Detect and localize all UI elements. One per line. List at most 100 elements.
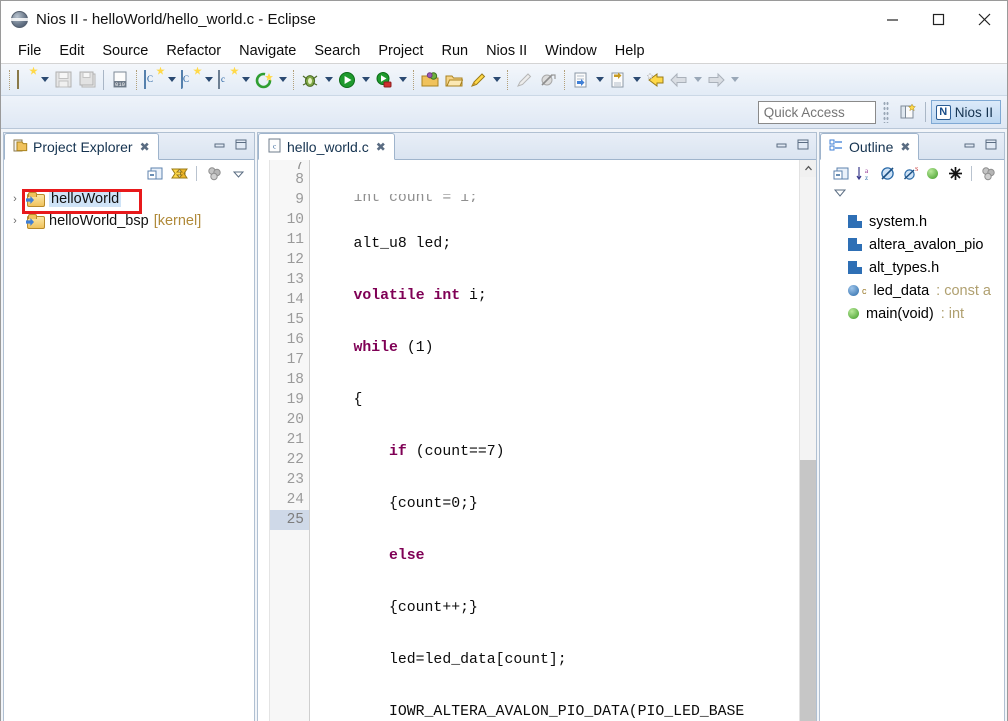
close-icon[interactable]: ✖ [140,140,150,154]
new-c-file-icon[interactable]: c [215,66,239,92]
minimize-icon[interactable] [963,138,976,156]
tab-hello-world-c[interactable]: c hello_world.c ✖ [258,133,395,160]
maximize-icon[interactable] [984,138,997,156]
menu-search[interactable]: Search [305,41,369,61]
code-line: led=led_data[count]; [318,652,567,668]
menu-refactor[interactable]: Refactor [157,41,230,61]
menu-project[interactable]: Project [369,41,432,61]
menu-source[interactable]: Source [93,41,157,61]
build-all-icon[interactable] [252,68,276,92]
hide-macros-icon[interactable] [946,164,966,184]
line-number: 13 [286,272,304,288]
link-with-editor-icon[interactable] [169,164,189,184]
pencil-gray-icon [512,68,536,92]
menu-run[interactable]: Run [432,41,477,61]
forward-dropdown-icon[interactable] [728,69,741,91]
code-line: int count = 1; [318,194,478,202]
menu-window[interactable]: Window [536,41,606,61]
maximize-button[interactable] [915,1,961,38]
debug-dropdown-icon[interactable] [322,69,335,91]
eclipse-icon [11,11,28,28]
scroll-thumb[interactable] [800,460,816,721]
quick-access-input[interactable] [757,100,876,124]
minimize-icon[interactable] [213,138,226,156]
code-text[interactable]: int count = 1; alt_u8 led; volatile int … [310,160,799,721]
twisty-icon[interactable]: › [8,193,22,205]
back-icon[interactable] [667,68,691,92]
menu-edit[interactable]: Edit [50,41,93,61]
binary-010-icon[interactable]: 010 [108,68,132,92]
hide-static-icon[interactable]: S [900,164,920,184]
next-annotation-icon[interactable] [569,68,593,92]
previous-annotation-dropdown-icon[interactable] [630,69,643,91]
editor-vertical-scrollbar[interactable] [799,160,816,721]
view-chevron-icon[interactable] [228,164,248,184]
toolbar-grip[interactable] [882,101,889,123]
outline-item-system-h[interactable]: system.h [820,210,1004,233]
line-number-ruler: 7 8 9 10 11 12 13 14 15 16 17 18 19 20 2… [270,160,310,721]
tab-project-explorer[interactable]: Project Explorer ✖ [4,133,159,160]
tab-outline[interactable]: Outline ✖ [820,133,920,160]
new-c-project-dropdown-icon[interactable] [165,69,178,91]
perspective-nios-ii[interactable]: N Nios II [930,100,1001,124]
scroll-up-arrow-icon[interactable] [800,160,816,177]
code-line: IOWR_ALTERA_AVALON_PIO_DATA(PIO_LED_BASE [318,704,745,720]
new-c-project-icon[interactable]: C [141,66,165,92]
new-wizard-icon[interactable] [14,66,38,92]
forward-icon[interactable] [704,68,728,92]
debug-icon[interactable] [298,68,322,92]
sort-alphabetically-icon[interactable]: az [855,164,875,184]
outline-list[interactable]: system.h altera_avalon_pio alt_types.h c… [820,206,1004,721]
outline-item-label: led_data [873,282,930,299]
open-perspective-icon[interactable] [896,100,920,124]
open-type-icon[interactable] [442,68,466,92]
close-icon[interactable]: ✖ [376,140,386,154]
highlight-dropdown-icon[interactable] [490,69,503,91]
view-menu-icon[interactable] [204,164,224,184]
collapse-all-icon[interactable] [832,164,852,184]
outline-item-alt-types-h[interactable]: alt_types.h [820,256,1004,279]
tree-item-helloworld[interactable]: › helloWorld [4,188,254,214]
hide-fields-icon[interactable] [877,164,897,184]
build-all-dropdown-icon[interactable] [276,69,289,91]
tree-item-helloworld-bsp[interactable]: › helloWorld_bsp [kernel] [4,210,254,232]
new-cpp-class-icon[interactable]: C [178,66,202,92]
menu-nios-ii[interactable]: Nios II [477,41,536,61]
hide-nonpublic-icon[interactable] [923,164,943,184]
annotation-ruler[interactable] [258,160,270,721]
view-chevron-icon[interactable] [832,186,848,203]
new-wizard-dropdown-icon[interactable] [38,69,51,91]
minimize-button[interactable] [869,1,915,38]
outline-item-led-data[interactable]: c led_data : const a [820,279,1004,302]
new-cpp-class-dropdown-icon[interactable] [202,69,215,91]
menu-file[interactable]: File [9,41,50,61]
twisty-icon[interactable]: › [8,215,22,227]
last-edit-location-icon[interactable] [643,68,667,92]
run-last-tool-dropdown-icon[interactable] [396,69,409,91]
outline-item-label: main(void) [866,305,934,322]
maximize-icon[interactable] [234,138,247,156]
view-menu-icon[interactable] [978,164,998,184]
run-dropdown-icon[interactable] [359,69,372,91]
scroll-track[interactable] [800,177,816,721]
close-button[interactable] [961,1,1007,38]
outline-item-main[interactable]: main(void) : int [820,302,1004,325]
back-dropdown-icon[interactable] [691,69,704,91]
project-tree[interactable]: › helloWorld › helloWorld_bsp [kernel] [4,186,254,721]
run-last-tool-icon[interactable] [372,68,396,92]
run-icon[interactable] [335,68,359,92]
menu-navigate[interactable]: Navigate [230,41,305,61]
line-number: 16 [286,332,304,348]
open-resource-icon[interactable] [418,68,442,92]
close-icon[interactable]: ✖ [900,140,910,154]
highlight-icon[interactable] [466,68,490,92]
new-c-file-dropdown-icon[interactable] [239,69,252,91]
next-annotation-dropdown-icon[interactable] [593,69,606,91]
outline-item-altera-avalon-pio[interactable]: altera_avalon_pio [820,233,1004,256]
tab-label: Outline [849,138,894,155]
maximize-icon[interactable] [796,138,809,156]
previous-annotation-icon[interactable] [606,68,630,92]
collapse-all-icon[interactable] [145,164,165,184]
minimize-icon[interactable] [775,138,788,156]
menu-help[interactable]: Help [606,41,654,61]
